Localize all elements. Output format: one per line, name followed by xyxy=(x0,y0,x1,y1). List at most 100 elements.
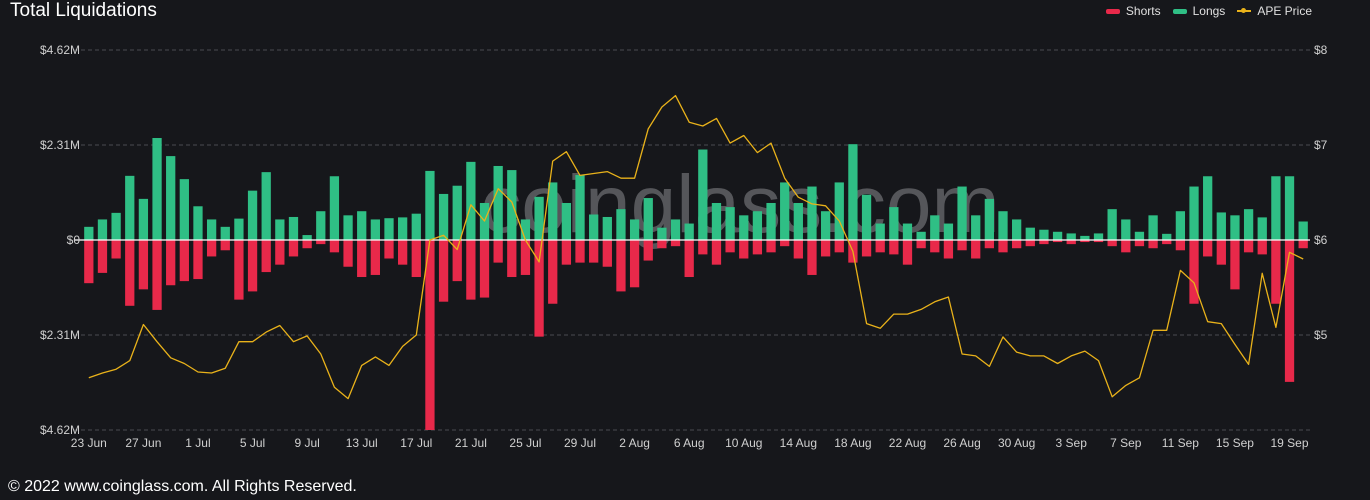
x-tick-label: 21 Jul xyxy=(455,436,487,450)
shorts-bar xyxy=(261,240,271,273)
longs-bar xyxy=(643,198,653,240)
longs-bar xyxy=(780,182,790,240)
longs-bar xyxy=(957,186,967,240)
longs-bar xyxy=(275,219,285,240)
longs-bar xyxy=(793,202,803,240)
x-tick-label: 30 Aug xyxy=(998,436,1035,450)
longs-bar xyxy=(657,227,667,240)
x-tick-label: 23 Jun xyxy=(71,436,107,450)
shorts-bar xyxy=(793,240,803,259)
shorts-bar xyxy=(711,240,722,265)
longs-bar xyxy=(589,214,599,240)
x-tick-label: 25 Jul xyxy=(509,436,541,450)
shorts-bar xyxy=(84,240,94,284)
shorts-bar xyxy=(370,240,380,275)
shorts-bar xyxy=(398,240,408,265)
shorts-bar xyxy=(971,240,981,259)
longs-bar xyxy=(848,144,858,240)
longs-bar xyxy=(138,198,149,240)
shorts-bar xyxy=(97,240,108,273)
shorts-bar xyxy=(930,240,940,253)
longs-bar xyxy=(1080,235,1090,240)
longs-bar xyxy=(834,182,844,240)
longs-bar xyxy=(1162,233,1172,240)
shorts-bar xyxy=(1107,240,1117,247)
longs-bar xyxy=(466,161,476,240)
shorts-bar xyxy=(179,240,189,282)
longs-bar xyxy=(943,223,954,240)
longs-bar xyxy=(725,207,735,240)
longs-bar xyxy=(1175,211,1186,240)
longs-bar xyxy=(152,138,162,240)
longs-bar xyxy=(575,175,585,240)
x-tick-label: 6 Aug xyxy=(674,436,705,450)
shorts-bar xyxy=(629,240,640,288)
longs-bar xyxy=(902,223,913,240)
longs-bar xyxy=(1189,186,1199,240)
longs-bar xyxy=(1230,215,1240,240)
longs-bar xyxy=(302,235,312,240)
shorts-bar xyxy=(834,240,844,253)
shorts-bar xyxy=(493,240,503,263)
shorts-bar xyxy=(384,240,394,259)
longs-bar xyxy=(616,209,626,240)
x-tick-label: 26 Aug xyxy=(943,436,980,450)
longs-bar xyxy=(1052,231,1063,240)
longs-bar xyxy=(1066,233,1076,240)
shorts-bar xyxy=(220,240,230,251)
longs-bar xyxy=(861,194,872,240)
y-right-tick-label: $7 xyxy=(1314,138,1328,152)
longs-bar xyxy=(125,175,135,240)
longs-bar xyxy=(357,211,367,240)
shorts-bar xyxy=(1257,240,1267,255)
y-right-tick-label: $8 xyxy=(1314,43,1328,57)
longs-bar xyxy=(684,223,694,240)
shorts-bar xyxy=(698,240,708,255)
shorts-bar xyxy=(1025,240,1035,247)
shorts-bar xyxy=(766,240,776,253)
longs-bar xyxy=(984,198,994,240)
longs-bar xyxy=(739,215,749,240)
shorts-bar xyxy=(357,240,367,278)
longs-bar xyxy=(1203,176,1213,240)
longs-bar xyxy=(411,213,421,240)
longs-bar xyxy=(807,186,817,240)
longs-bar xyxy=(220,226,230,240)
y-left-tick-label: $0 xyxy=(67,233,81,247)
longs-bar xyxy=(111,212,121,240)
shorts-bar xyxy=(275,240,285,265)
y-left-tick-label: $4.62M xyxy=(40,423,80,437)
x-tick-label: 1 Jul xyxy=(185,436,210,450)
longs-bar xyxy=(370,219,380,240)
shorts-bar xyxy=(889,240,899,255)
shorts-bar xyxy=(1230,240,1240,290)
shorts-bar xyxy=(875,240,885,253)
shorts-bar xyxy=(438,240,449,302)
x-tick-label: 7 Sep xyxy=(1110,436,1142,450)
longs-bar xyxy=(247,190,258,240)
shorts-bar xyxy=(166,240,176,286)
longs-bar xyxy=(670,219,681,240)
x-tick-label: 2 Aug xyxy=(619,436,650,450)
shorts-bar xyxy=(1216,240,1226,265)
x-tick-label: 14 Aug xyxy=(780,436,817,450)
longs-bar xyxy=(166,156,176,240)
shorts-bar xyxy=(302,240,312,249)
longs-bar xyxy=(343,215,353,240)
longs-bar xyxy=(1025,227,1035,240)
shorts-bar xyxy=(916,240,926,249)
shorts-bar xyxy=(561,240,572,265)
x-tick-label: 27 Jun xyxy=(125,436,161,450)
y-left-tick-label: $2.31M xyxy=(40,328,80,342)
shorts-bar xyxy=(329,240,340,253)
longs-bar xyxy=(875,223,885,240)
shorts-bar xyxy=(684,240,694,278)
shorts-bar xyxy=(780,240,790,247)
shorts-bar xyxy=(548,240,558,304)
x-tick-label: 18 Aug xyxy=(834,436,871,450)
shorts-bar xyxy=(984,240,994,249)
x-tick-label: 5 Jul xyxy=(240,436,265,450)
shorts-bar xyxy=(943,240,954,259)
longs-bar xyxy=(629,219,640,240)
x-tick-label: 13 Jul xyxy=(346,436,378,450)
